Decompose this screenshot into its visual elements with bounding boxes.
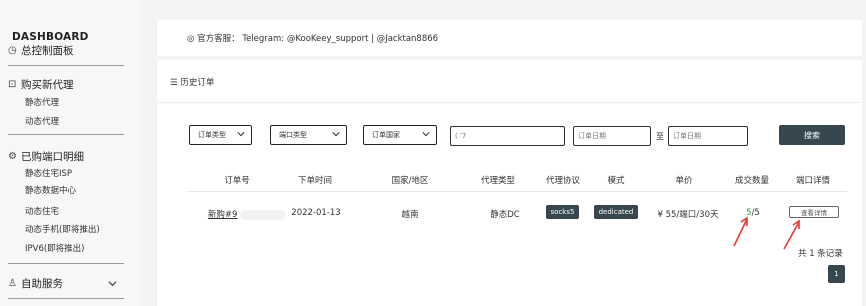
sidebar-item-ipv6[interactable]: IPV6(即将推出) bbox=[25, 242, 85, 254]
sidebar-item-dashboard[interactable]: ◷ 总控制面板 bbox=[8, 43, 74, 58]
order-number-cell[interactable]: 新购#9 bbox=[208, 208, 287, 220]
date-from-placeholder: 订单日期 bbox=[578, 132, 606, 140]
order-country-select-value: 订单国家 bbox=[372, 131, 400, 139]
breadcrumb-label: 历史订单 bbox=[180, 78, 215, 88]
support-banner: ◎ 官方客服： Telegram: @KooKeey_support | @Ja… bbox=[157, 20, 862, 56]
mode-badge: dedicated bbox=[594, 205, 638, 219]
divider bbox=[8, 263, 124, 264]
user-icon: ♙ bbox=[8, 278, 17, 289]
protocol-badge: socks5 bbox=[546, 205, 579, 219]
column-header: 端口详情 bbox=[795, 176, 831, 186]
support-contacts: 官方客服： Telegram: @KooKeey_support | @Jack… bbox=[197, 34, 439, 44]
column-header: 成交数量 bbox=[734, 176, 770, 186]
order-type-select-value: 订单类型 bbox=[198, 131, 226, 139]
port-type-select-value: 端口类型 bbox=[279, 131, 307, 139]
sidebar-item-dynamic-proxy[interactable]: 动态代理 bbox=[25, 115, 59, 127]
sidebar-item-static-isp[interactable]: 静态住宅ISP bbox=[25, 167, 72, 179]
headset-icon: ◎ bbox=[187, 34, 195, 44]
sidebar-section-bought[interactable]: ⚙ 已购端口明细 bbox=[8, 149, 84, 164]
chevron-down-icon bbox=[422, 132, 430, 137]
breadcrumb: ☰ 历史订单 bbox=[170, 76, 214, 88]
sidebar-item-static-proxy[interactable]: 静态代理 bbox=[25, 96, 59, 108]
sidebar-item-static-dc[interactable]: 静态数据中心 bbox=[25, 184, 76, 196]
date-to-placeholder: 订单日期 bbox=[673, 132, 701, 140]
sidebar: DASHBOARD ◷ 总控制面板 ⊡ 购买新代理 静态代理 动态代理 ⚙ 已购… bbox=[0, 0, 140, 306]
price-cell: ¥ 55/端口/30天 bbox=[657, 210, 719, 220]
divider bbox=[8, 298, 124, 299]
annotation-arrow-icon bbox=[733, 216, 748, 247]
column-header: 下单时间 bbox=[297, 176, 333, 186]
date-range-separator: 至 bbox=[656, 132, 664, 141]
chevron-down-icon[interactable] bbox=[108, 279, 117, 288]
sidebar-section-buy-label: 购买新代理 bbox=[21, 79, 74, 91]
table-header-divider bbox=[187, 191, 847, 192]
column-header: 代理类型 bbox=[480, 176, 516, 186]
column-header: 订单号 bbox=[224, 176, 250, 186]
column-header: 单价 bbox=[675, 176, 693, 186]
sidebar-item-dashboard-label: 总控制面板 bbox=[21, 45, 74, 57]
country-cell: 越南 bbox=[401, 210, 419, 220]
divider bbox=[157, 102, 862, 103]
order-country-select[interactable]: 订单国家 bbox=[363, 125, 437, 145]
date-to-input[interactable]: 订单日期 bbox=[668, 126, 748, 146]
annotation-arrow-icon bbox=[783, 219, 800, 250]
sidebar-section-self-service-label: 自助服务 bbox=[21, 278, 63, 290]
gear-icon: ⚙ bbox=[8, 151, 17, 162]
total-records: 共 1 条记录 bbox=[798, 249, 843, 259]
column-header: 国家/地区 bbox=[391, 176, 429, 186]
keyword-input[interactable]: ( '7 bbox=[450, 126, 565, 146]
chevron-down-icon bbox=[237, 132, 245, 137]
list-icon: ☰ bbox=[170, 78, 178, 88]
sidebar-section-buy[interactable]: ⊡ 购买新代理 bbox=[8, 77, 74, 92]
divider bbox=[8, 134, 124, 135]
column-header: 代理协议 bbox=[545, 176, 581, 186]
chevron-down-icon bbox=[332, 132, 340, 137]
proxy-type-cell: 静态DC bbox=[490, 210, 520, 220]
search-button[interactable]: 搜索 bbox=[779, 125, 845, 145]
support-text: ◎ 官方客服： Telegram: @KooKeey_support | @Ja… bbox=[187, 32, 438, 44]
sidebar-item-dynamic-residential[interactable]: 动态住宅 bbox=[25, 205, 59, 217]
chat-icon: ⊡ bbox=[8, 79, 17, 90]
date-from-input[interactable]: 订单日期 bbox=[573, 126, 651, 146]
pagination-page-1[interactable]: 1 bbox=[828, 265, 845, 283]
view-details-button[interactable]: 查看详情 bbox=[789, 206, 839, 218]
sidebar-section-self-service[interactable]: ♙ 自助服务 bbox=[8, 276, 63, 291]
clock-icon: ◷ bbox=[8, 45, 17, 56]
keyword-input-value: ( '7 bbox=[455, 132, 467, 140]
port-type-select[interactable]: 端口类型 bbox=[270, 125, 347, 145]
sidebar-section-bought-label: 已购端口明细 bbox=[21, 151, 84, 163]
divider bbox=[8, 65, 124, 66]
order-type-select[interactable]: 订单类型 bbox=[189, 125, 252, 145]
quantity-total: /5 bbox=[751, 208, 760, 218]
sidebar-item-dynamic-mobile[interactable]: 动态手机(即将推出) bbox=[25, 223, 100, 235]
redacted-area bbox=[240, 209, 287, 220]
order-number-link[interactable]: 新购#9 bbox=[208, 210, 238, 220]
order-time-cell: 2022-01-13 bbox=[291, 208, 341, 218]
column-header: 模式 bbox=[607, 176, 625, 186]
order-history-panel: ☰ 历史订单 订单类型 端口类型 订单国家 ( '7 订单日期 至 订单日期 搜… bbox=[157, 60, 862, 306]
dashboard-title: DASHBOARD bbox=[12, 31, 89, 43]
